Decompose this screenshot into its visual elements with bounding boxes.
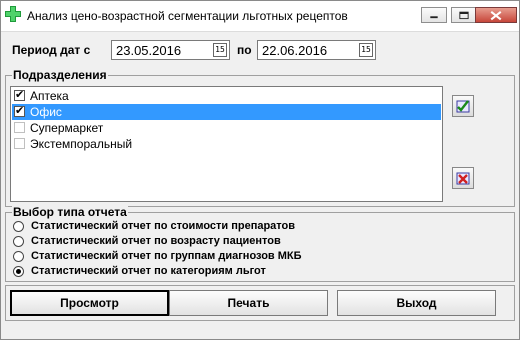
list-item-label: Офис <box>30 105 62 119</box>
report-type-title: Выбор типа отчета <box>12 205 128 219</box>
date-to-field[interactable]: 22.06.2016 15 <box>257 40 376 60</box>
radio-label: Статистический отчет по группам диагнозо… <box>31 250 302 262</box>
date-from-field[interactable]: 23.05.2016 15 <box>111 40 230 60</box>
list-item-label: Супермаркет <box>30 121 104 135</box>
radio-button[interactable] <box>13 236 24 247</box>
window-title: Анализ цено-возрастной сегментации льгот… <box>27 9 348 23</box>
close-icon <box>490 10 502 21</box>
checkbox[interactable]: ✔ <box>14 89 25 101</box>
select-all-button[interactable] <box>452 95 474 117</box>
period-from-label: Период дат с <box>12 43 91 57</box>
list-item-supermarket[interactable]: Супермаркет <box>12 120 441 136</box>
pharmacy-cross-icon <box>5 6 21 22</box>
view-button[interactable]: Просмотр <box>10 290 169 316</box>
maximize-icon <box>459 11 469 20</box>
check-all-icon <box>456 100 470 113</box>
checkbox[interactable] <box>14 138 25 149</box>
list-item-label: Экстемпоральный <box>30 137 133 151</box>
checkbox[interactable]: ✔ <box>14 105 25 117</box>
radio-label: Статистический отчет по стоимости препар… <box>31 220 296 232</box>
list-item-ofis[interactable]: ✔ Офис <box>12 104 441 120</box>
radio-label: Статистический отчет по возрасту пациент… <box>31 235 281 247</box>
exit-button[interactable]: Выход <box>337 290 496 316</box>
maximize-button[interactable] <box>451 7 477 23</box>
checkbox[interactable] <box>14 122 25 133</box>
list-item-apteka[interactable]: ✔ Аптека <box>12 88 441 104</box>
close-button[interactable] <box>475 7 517 23</box>
date-from-value: 23.05.2016 <box>116 43 182 58</box>
dialog-window: Анализ цено-возрастной сегментации льгот… <box>0 0 520 340</box>
radio-selected-dot <box>16 269 21 274</box>
uncheck-all-icon <box>456 172 470 185</box>
list-item-label: Аптека <box>30 89 69 103</box>
radio-button[interactable] <box>13 221 24 232</box>
minimize-button[interactable] <box>421 7 447 23</box>
date-to-value: 22.06.2016 <box>262 43 328 58</box>
departments-title: Подразделения <box>12 68 108 82</box>
radio-label: Статистический отчет по категориям льгот <box>31 265 266 277</box>
title-bar[interactable]: Анализ цено-возрастной сегментации льгот… <box>1 1 519 32</box>
print-button[interactable]: Печать <box>169 290 328 316</box>
check-mark-icon: ✔ <box>15 89 25 101</box>
minimize-icon <box>430 16 438 19</box>
clear-all-button[interactable] <box>452 167 474 189</box>
calendar-icon[interactable]: 15 <box>213 43 227 57</box>
radio-button[interactable] <box>13 266 24 277</box>
calendar-icon[interactable]: 15 <box>359 43 373 57</box>
radio-button[interactable] <box>13 251 24 262</box>
departments-list[interactable]: ✔ Аптека ✔ Офис Супермаркет Экстемпораль… <box>10 86 443 202</box>
period-to-label: по <box>237 43 252 57</box>
list-item-extemporal[interactable]: Экстемпоральный <box>12 136 441 152</box>
check-mark-icon: ✔ <box>15 105 25 117</box>
